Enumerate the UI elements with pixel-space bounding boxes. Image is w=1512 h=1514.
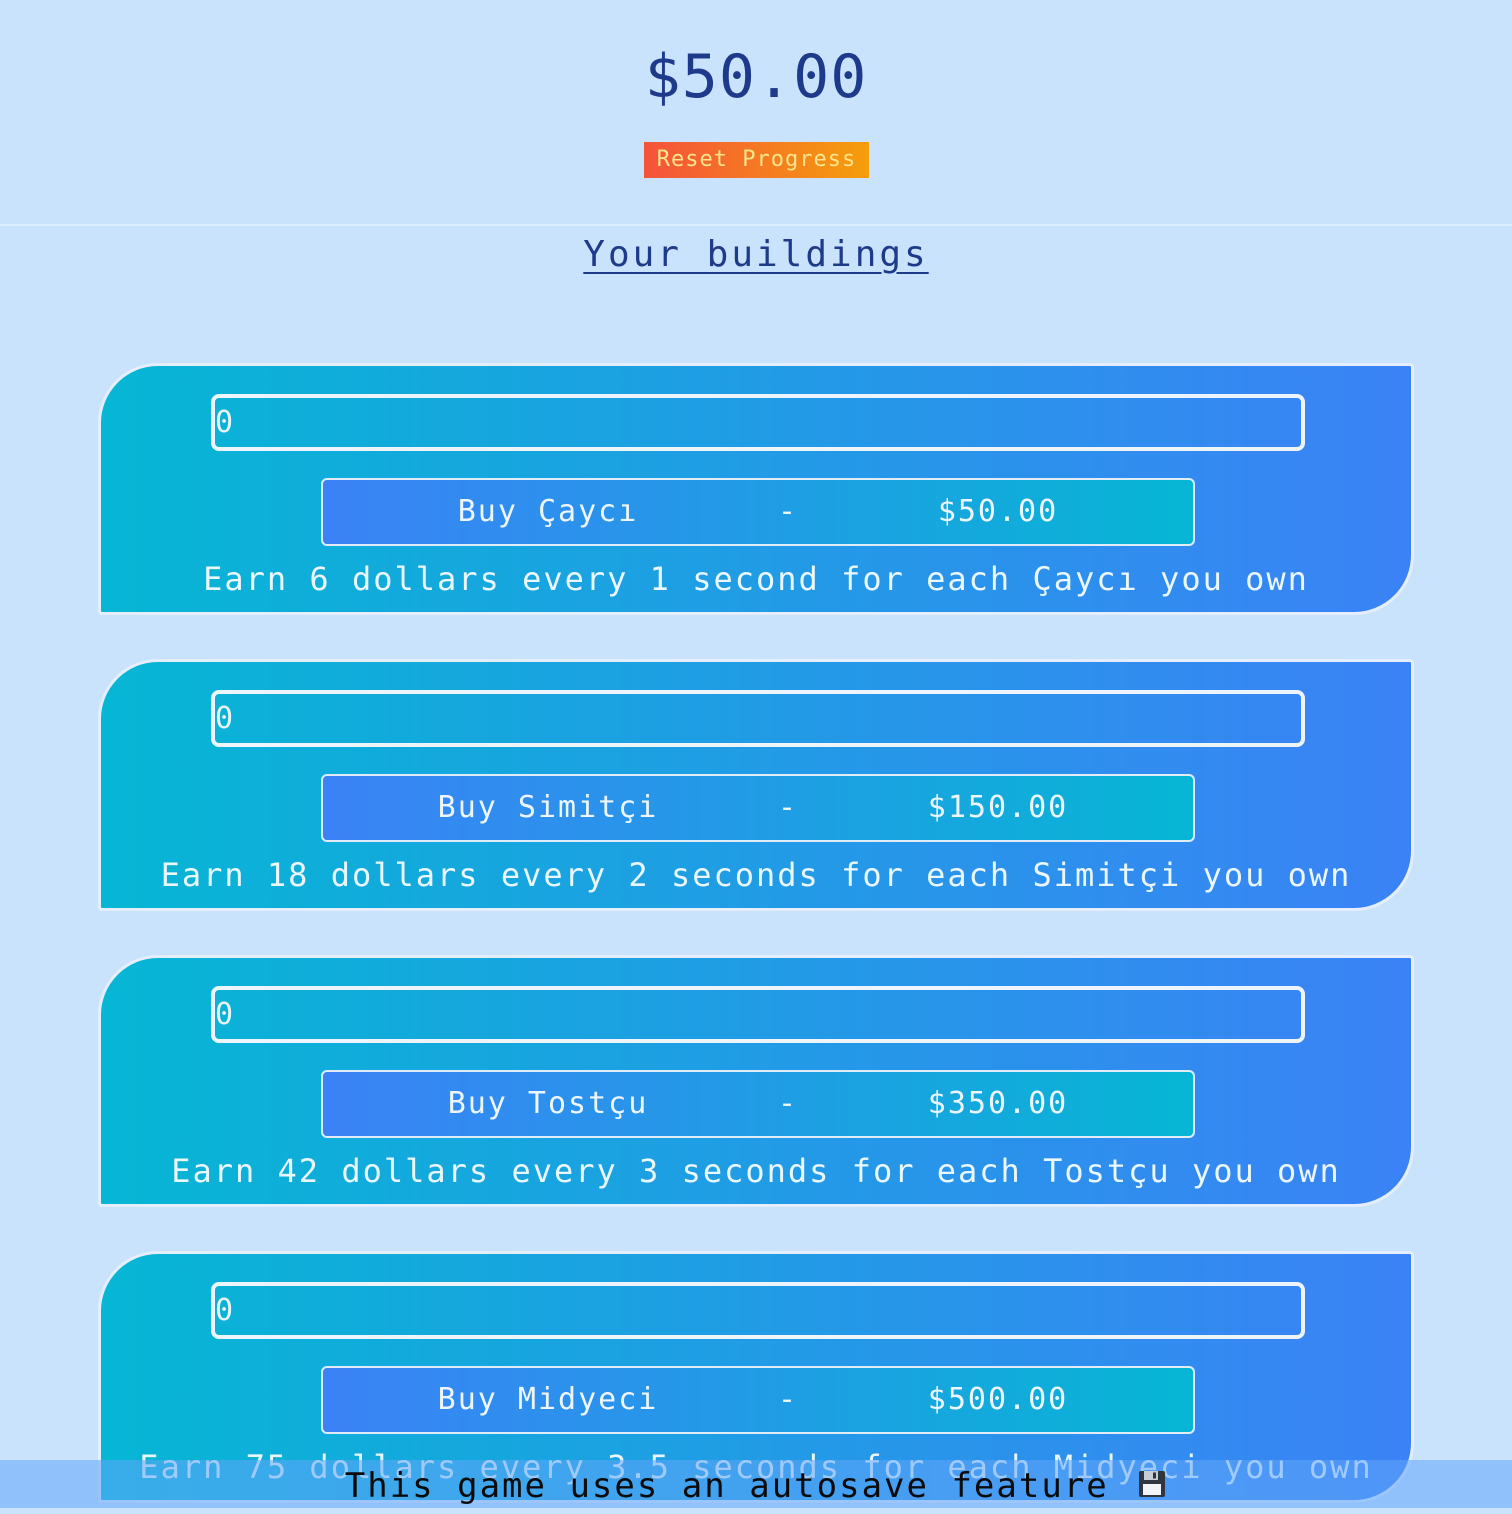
buy-button-label: Buy Simitçi [437,790,659,825]
autosave-notice: This game uses an autosave feature [344,1466,1109,1506]
buy-button-price: $150.00 [927,790,1069,825]
buy-tostcu-button[interactable]: Buy Tostçu - $350.00 [321,1070,1195,1138]
owned-count-field[interactable] [211,394,1305,451]
buy-button-price: $350.00 [927,1086,1069,1121]
building-description: Earn 18 dollars every 2 seconds for each… [160,856,1352,894]
buy-button-price: $50.00 [937,494,1059,529]
building-card-caycı: Buy Çaycı - $50.00 Earn 6 dollars every … [98,363,1414,615]
buy-button-separator: - [777,790,799,825]
buy-button-label: Buy Tostçu [447,1086,649,1121]
owned-count-field[interactable] [211,986,1305,1043]
buy-button-label: Buy Midyeci [437,1382,659,1417]
section-title: Your buildings [583,234,929,275]
header: $50.00 Reset Progress [0,0,1512,226]
autosave-footer: This game uses an autosave feature [0,1460,1512,1508]
building-description: Earn 42 dollars every 3 seconds for each… [171,1152,1341,1190]
buy-button-label: Buy Çaycı [457,494,639,529]
buy-button-separator: - [777,1382,799,1417]
owned-count-field[interactable] [211,1282,1305,1339]
owned-count-field[interactable] [211,690,1305,747]
buy-simitci-button[interactable]: Buy Simitçi - $150.00 [321,774,1195,842]
building-card-simitci: Buy Simitçi - $150.00 Earn 18 dollars ev… [98,659,1414,911]
buy-button-separator: - [777,1086,799,1121]
buy-button-separator: - [777,494,799,529]
buy-button-price: $500.00 [927,1382,1069,1417]
buy-midyeci-button[interactable]: Buy Midyeci - $500.00 [321,1366,1195,1434]
building-description: Earn 6 dollars every 1 second for each Ç… [203,560,1309,598]
floppy-disk-icon [1137,1462,1167,1514]
buy-caycı-button[interactable]: Buy Çaycı - $50.00 [321,478,1195,546]
building-card-tostcu: Buy Tostçu - $350.00 Earn 42 dollars eve… [98,955,1414,1207]
reset-progress-button[interactable]: Reset Progress [644,142,869,178]
money-display: $50.00 [644,42,868,112]
